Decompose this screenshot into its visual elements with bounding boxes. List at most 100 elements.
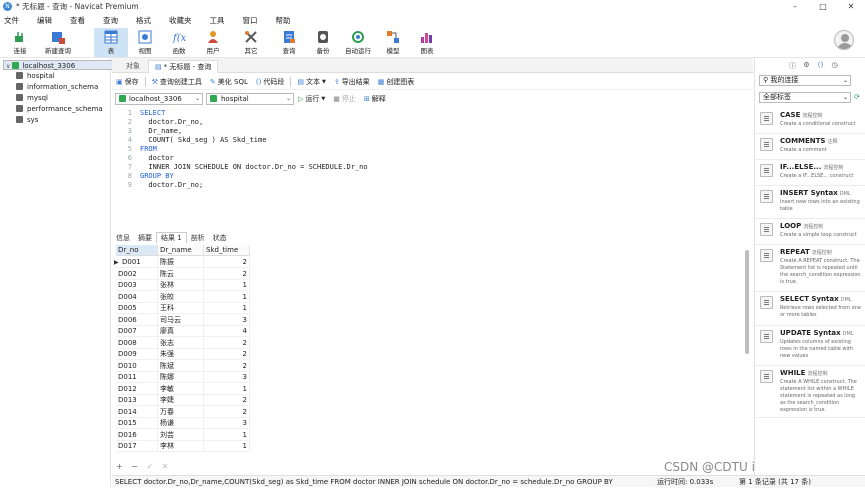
cell-dr-name[interactable]: 陈斌 — [158, 360, 204, 372]
database-node-mysql[interactable]: mysql — [16, 93, 48, 103]
cell-dr-name[interactable]: 张林 — [158, 280, 204, 291]
toolbar-automation-button[interactable]: 自动运行 — [340, 28, 376, 57]
toolbar-connection-button[interactable]: 连接 — [3, 28, 37, 57]
cell-dr-no[interactable]: D001 — [116, 257, 158, 268]
cell-dr-name[interactable]: 陈振 — [158, 257, 204, 268]
database-node-performance-schema[interactable]: performance_schema — [16, 104, 103, 114]
cell-dr-name[interactable]: 李敏 — [158, 383, 204, 395]
table-row[interactable]: D007 廖真 4 — [112, 326, 252, 337]
toolbar-chart-button[interactable]: 图表 — [410, 28, 444, 57]
toolbar-new-query-button[interactable]: 新建查询 — [40, 28, 76, 57]
menu-query[interactable]: 查询 — [99, 15, 124, 26]
ddl-icon[interactable]: ⚙ — [801, 61, 812, 71]
cell-dr-name[interactable]: 司马云 — [158, 314, 204, 326]
toolbar-user-button[interactable]: 用户 — [196, 28, 230, 57]
run-button[interactable]: ▷ 运行 ▼ — [298, 94, 325, 104]
cell-dr-name[interactable]: 朱强 — [158, 349, 204, 360]
cell-dr-name[interactable]: 张皎 — [158, 291, 204, 303]
toolbar-view-button[interactable]: 视图 — [128, 28, 162, 57]
toolbar-model-button[interactable]: 模型 — [376, 28, 410, 57]
cell-dr-no[interactable]: D016 — [116, 429, 158, 441]
snippet-item[interactable]: LOOP 流程控制 Create a simple loop construct — [755, 219, 865, 245]
cell-skd-time[interactable]: 2 — [204, 337, 250, 349]
cell-skd-time[interactable]: 2 — [204, 360, 250, 372]
cell-skd-time[interactable]: 3 — [204, 372, 250, 383]
database-node-hospital[interactable]: hospital — [16, 71, 55, 81]
delete-record-button[interactable]: − — [131, 462, 138, 471]
cell-dr-no[interactable]: D005 — [116, 303, 158, 314]
column-header-dr-name[interactable]: Dr_name — [158, 245, 204, 256]
tab-message[interactable]: 信息 — [112, 233, 134, 243]
export-result-button[interactable]: ⇪ 导出结果 — [334, 77, 370, 87]
refresh-tags-icon[interactable]: ⟳ — [854, 93, 860, 101]
result-scrollbar[interactable] — [745, 250, 749, 354]
cell-dr-name[interactable]: 张志 — [158, 337, 204, 349]
cell-dr-name[interactable]: 刘芸 — [158, 429, 204, 441]
cell-dr-no[interactable]: D011 — [116, 372, 158, 383]
cell-skd-time[interactable]: 1 — [204, 280, 250, 291]
menu-edit[interactable]: 编辑 — [33, 15, 58, 26]
cell-skd-time[interactable]: 1 — [204, 303, 250, 314]
cell-dr-no[interactable]: D006 — [116, 314, 158, 326]
database-node-sys[interactable]: sys — [16, 115, 38, 125]
cell-skd-time[interactable]: 4 — [204, 326, 250, 337]
cell-dr-no[interactable]: D014 — [116, 406, 158, 418]
create-chart-button[interactable]: ▦ 创建图表 — [378, 77, 415, 87]
tab-profile[interactable]: 剖析 — [187, 233, 209, 243]
user-avatar[interactable] — [834, 30, 854, 50]
table-row[interactable]: D010 陈斌 2 — [112, 360, 252, 372]
cell-dr-name[interactable]: 廖真 — [158, 326, 204, 337]
table-row[interactable]: D017 李林 1 — [112, 441, 252, 452]
toolbar-backup-button[interactable]: 备份 — [306, 28, 340, 57]
cell-skd-time[interactable]: 2 — [204, 257, 250, 268]
table-row[interactable]: D015 杨谦 3 — [112, 418, 252, 429]
cell-dr-no[interactable]: D007 — [116, 326, 158, 337]
table-row[interactable]: D009 朱强 2 — [112, 349, 252, 360]
close-button[interactable]: ✕ — [837, 0, 865, 13]
maximize-button[interactable]: □ — [809, 0, 837, 13]
cell-dr-no[interactable]: D013 — [116, 395, 158, 406]
table-row[interactable]: D014 万春 2 — [112, 406, 252, 418]
table-row[interactable]: D012 李敏 1 — [112, 383, 252, 395]
cell-dr-name[interactable]: 王科 — [158, 303, 204, 314]
snippet-tag-select[interactable]: 全部标签 ⌄ — [759, 92, 851, 103]
menu-view[interactable]: 查看 — [66, 15, 91, 26]
toolbar-query-button[interactable]: 查询 — [272, 28, 306, 57]
menu-help[interactable]: 帮助 — [272, 15, 297, 26]
table-row[interactable]: D011 陈娜 3 — [112, 372, 252, 383]
tab-result-1[interactable]: 结果 1 — [156, 232, 187, 243]
database-select[interactable]: hospital ⌄ — [206, 93, 294, 105]
cell-skd-time[interactable]: 2 — [204, 395, 250, 406]
text-button[interactable]: ▤ 文本 ▼ — [297, 77, 325, 87]
table-row[interactable]: D008 张志 2 — [112, 337, 252, 349]
apply-changes-button[interactable]: ✓ — [147, 462, 154, 471]
cell-skd-time[interactable]: 3 — [204, 314, 250, 326]
cell-skd-time[interactable]: 1 — [204, 441, 250, 452]
table-row[interactable]: D002 陈云 2 — [112, 268, 252, 280]
cell-dr-name[interactable]: 李林 — [158, 441, 204, 452]
table-row[interactable]: D013 李婕 2 — [112, 395, 252, 406]
column-header-dr-no[interactable]: Dr_no — [116, 245, 158, 256]
cell-dr-name[interactable]: 万春 — [158, 406, 204, 418]
snippet-item[interactable]: UPDATE Syntax DML Updates columns of exist… — [755, 326, 865, 366]
tab-query[interactable]: ▤ * 无标题 - 查询 — [148, 60, 219, 73]
cell-dr-name[interactable]: 陈云 — [158, 268, 204, 280]
database-node-information-schema[interactable]: information_schema — [16, 82, 98, 92]
cell-dr-no[interactable]: D002 — [116, 268, 158, 280]
code-snippet-button[interactable]: () 代码段 — [256, 77, 284, 87]
cell-dr-no[interactable]: D015 — [116, 418, 158, 429]
toolbar-function-button[interactable]: f(x) 函数 — [162, 28, 196, 57]
tab-objects[interactable]: 对象 — [120, 60, 146, 73]
cell-dr-no[interactable]: D017 — [116, 441, 158, 452]
toolbar-other-button[interactable]: 其它 — [232, 28, 270, 57]
cell-dr-name[interactable]: 陈娜 — [158, 372, 204, 383]
menu-tools[interactable]: 工具 — [206, 15, 231, 26]
query-builder-button[interactable]: ⚒ 查询创建工具 — [152, 77, 202, 87]
connection-select[interactable]: localhost_3306 ⌄ — [115, 93, 203, 105]
info-icon[interactable]: ⓘ — [787, 61, 798, 71]
cell-skd-time[interactable]: 2 — [204, 349, 250, 360]
sql-editor[interactable]: 1 2 3 4 5 6 7 8 9 SELECT doctor.Dr_no, D… — [112, 108, 753, 228]
beautify-sql-button[interactable]: ✎ 美化 SQL — [210, 77, 248, 87]
tab-status[interactable]: 状态 — [209, 233, 231, 243]
table-row[interactable]: D004 张皎 1 — [112, 291, 252, 303]
